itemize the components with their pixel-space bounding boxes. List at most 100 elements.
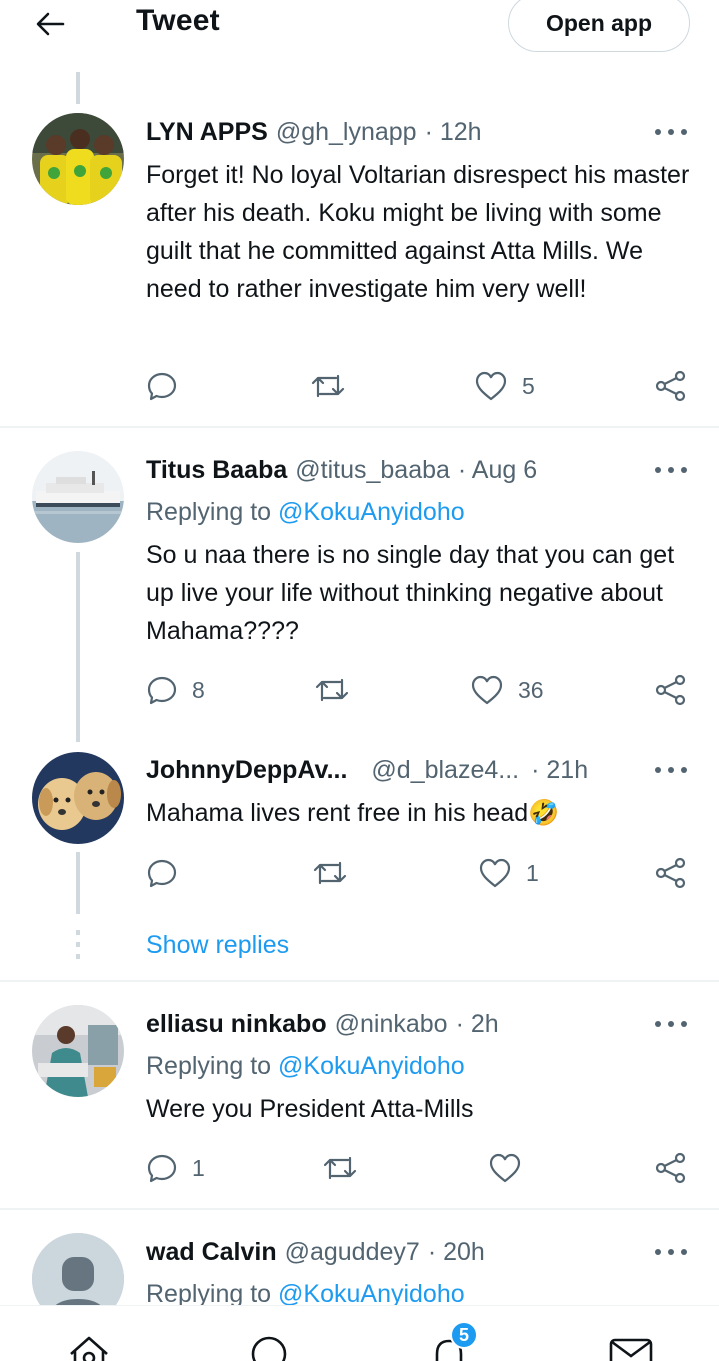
arrow-left-icon xyxy=(36,12,65,36)
reply-icon xyxy=(147,1154,177,1183)
share-button[interactable] xyxy=(654,855,688,891)
like-button[interactable]: 5 xyxy=(474,368,535,404)
bottom-navigation-bar xyxy=(0,1305,719,1361)
nav-messages[interactable] xyxy=(606,1332,656,1361)
home-icon xyxy=(70,1336,108,1361)
more-options-button[interactable] xyxy=(655,765,687,775)
avatar[interactable] xyxy=(32,451,124,543)
timestamp[interactable]: · Aug 6 xyxy=(458,456,537,485)
tweet-header: wad Calvin @aguddey7 · 20h xyxy=(146,1238,485,1267)
reply-button[interactable] xyxy=(146,368,192,404)
page-title: Tweet xyxy=(136,4,220,37)
divider xyxy=(0,980,719,982)
tweet-actions: 8 36 xyxy=(146,672,694,708)
like-button[interactable] xyxy=(488,1150,536,1186)
more-options-button[interactable] xyxy=(655,465,687,475)
show-replies-link[interactable]: Show replies xyxy=(146,931,289,960)
username[interactable]: @titus_baaba xyxy=(295,456,450,485)
retweet-button[interactable] xyxy=(312,855,362,891)
share-button[interactable] xyxy=(654,368,688,404)
share-button[interactable] xyxy=(654,1150,688,1186)
like-button[interactable]: 1 xyxy=(478,855,539,891)
top-app-bar: Tweet Open app xyxy=(0,0,719,52)
replying-to-handle[interactable]: @KokuAnyidoho xyxy=(278,1052,465,1080)
tweet-text: Mahama lives rent free in his head🤣 xyxy=(146,799,560,827)
avatar[interactable] xyxy=(32,113,124,205)
share-button[interactable] xyxy=(654,672,688,708)
retweet-button[interactable] xyxy=(322,1150,372,1186)
tweet-header: Titus Baaba @titus_baaba · Aug 6 xyxy=(146,456,537,485)
divider xyxy=(0,1208,719,1210)
timestamp[interactable]: · 12h xyxy=(425,118,482,147)
share-icon xyxy=(655,857,686,889)
username[interactable]: @aguddey7 xyxy=(285,1238,420,1267)
avatar[interactable] xyxy=(32,1005,124,1097)
search-icon xyxy=(251,1336,287,1361)
reply-icon xyxy=(147,676,177,705)
retweet-button[interactable] xyxy=(314,672,364,708)
heart-icon xyxy=(475,371,507,401)
retweet-icon xyxy=(323,1156,357,1180)
share-icon xyxy=(655,370,686,402)
reply-icon xyxy=(147,372,177,401)
like-count: 1 xyxy=(526,859,539,886)
reply-button[interactable]: 8 xyxy=(146,672,205,708)
replying-to-label: Replying to xyxy=(146,1280,272,1308)
thread-dots xyxy=(76,930,80,966)
tweet-header: LYN APPS @gh_lynapp · 12h xyxy=(146,118,482,147)
display-name[interactable]: wad Calvin xyxy=(146,1238,277,1267)
username[interactable]: @ninkabo xyxy=(335,1010,448,1039)
tweet-text: Were you President Atta-Mills xyxy=(146,1095,474,1123)
like-button[interactable]: 36 xyxy=(470,672,544,708)
retweet-icon xyxy=(313,861,347,885)
envelope-icon xyxy=(609,1338,653,1361)
more-options-button[interactable] xyxy=(655,127,687,137)
timestamp[interactable]: · 2h xyxy=(456,1010,499,1039)
heart-icon xyxy=(471,675,503,705)
back-button[interactable] xyxy=(30,4,70,44)
open-app-button[interactable]: Open app xyxy=(508,0,690,52)
thread-line xyxy=(76,552,80,742)
like-count: 5 xyxy=(522,372,535,399)
nav-search[interactable] xyxy=(244,1332,294,1361)
tweet-actions: 1 xyxy=(146,1150,694,1186)
share-icon xyxy=(655,1152,686,1184)
replying-to-label: Replying to xyxy=(146,1052,272,1080)
replying-to: Replying to @KokuAnyidoho xyxy=(146,498,465,527)
reply-button[interactable] xyxy=(146,855,192,891)
more-options-button[interactable] xyxy=(655,1019,687,1029)
reply-count: 8 xyxy=(192,676,205,703)
timestamp[interactable]: · 20h xyxy=(428,1238,485,1267)
share-icon xyxy=(655,674,686,706)
reply-button[interactable]: 1 xyxy=(146,1150,205,1186)
tweet-text: Forget it! No loyal Voltarian disrespect… xyxy=(146,161,690,303)
heart-icon xyxy=(489,1153,521,1183)
divider xyxy=(0,426,719,428)
username[interactable]: @d_blaze4... xyxy=(371,756,519,785)
tweet-text: So u naa there is no single day that you… xyxy=(146,541,675,645)
replying-to: Replying to @KokuAnyidoho xyxy=(146,1052,465,1081)
more-options-button[interactable] xyxy=(655,1247,687,1257)
username[interactable]: @gh_lynapp xyxy=(276,118,417,147)
reply-icon xyxy=(147,859,177,888)
nav-home[interactable] xyxy=(64,1332,114,1361)
like-count: 36 xyxy=(518,676,544,703)
timestamp[interactable]: · 21h xyxy=(531,756,588,785)
replying-to-handle[interactable]: @KokuAnyidoho xyxy=(278,498,465,526)
display-name[interactable]: elliasu ninkabo xyxy=(146,1010,327,1039)
thread-line xyxy=(76,72,80,104)
thread-line xyxy=(76,852,80,914)
display-name[interactable]: LYN APPS xyxy=(146,118,268,147)
notifications-badge: 5 xyxy=(450,1321,478,1349)
replying-to-handle[interactable]: @KokuAnyidoho xyxy=(278,1280,465,1308)
tweet-header: JohnnyDeppAv... @d_blaze4... · 21h xyxy=(146,756,588,785)
avatar[interactable] xyxy=(32,752,124,844)
display-name[interactable]: Titus Baaba xyxy=(146,456,287,485)
tweet-actions: 5 xyxy=(146,368,694,404)
retweet-button[interactable] xyxy=(310,368,360,404)
display-name[interactable]: JohnnyDeppAv... xyxy=(146,756,347,785)
tweet-header: elliasu ninkabo @ninkabo · 2h xyxy=(146,1010,499,1039)
heart-icon xyxy=(479,858,511,888)
replying-to-label: Replying to xyxy=(146,498,272,526)
retweet-icon xyxy=(315,678,349,702)
